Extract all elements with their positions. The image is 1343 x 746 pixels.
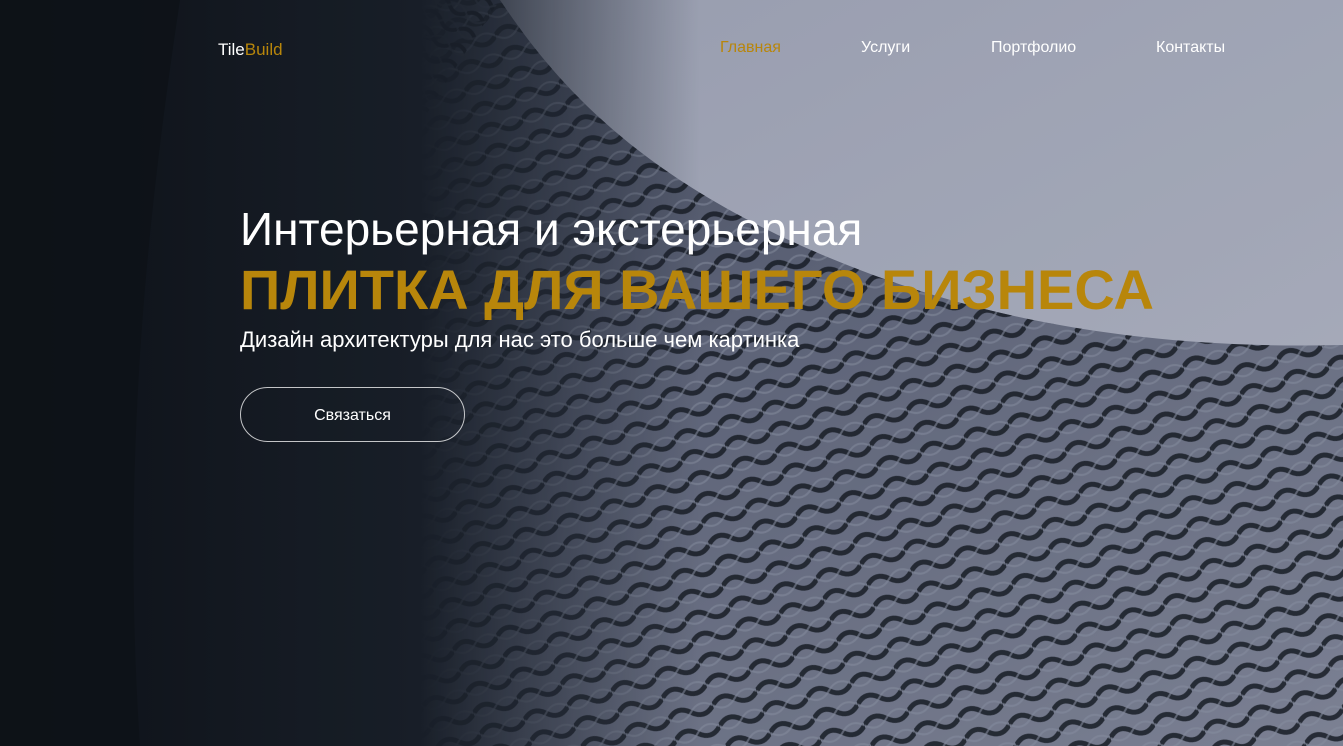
main-nav: Главная Услуги Портфолио Контакты	[0, 38, 1343, 62]
site-header: TileBuild Главная Услуги Портфолио Конта…	[0, 0, 1343, 96]
hero-background-image	[0, 0, 1343, 746]
nav-item-home[interactable]: Главная	[720, 38, 781, 58]
hero-subtitle: Дизайн архитектуры для нас это больше че…	[240, 327, 800, 352]
hero-highlight-title: ПЛИТКА ДЛЯ ВАШЕГО БИЗНЕСА	[240, 258, 1154, 321]
hero-text-block: Интерьерная и экстерьерная ПЛИТКА ДЛЯ ВА…	[240, 200, 1240, 354]
hero-title: Интерьерная и экстерьерная	[240, 203, 863, 255]
nav-item-portfolio[interactable]: Портфолио	[991, 38, 1076, 58]
nav-item-services[interactable]: Услуги	[861, 38, 910, 58]
contact-button[interactable]: Связаться	[240, 387, 465, 442]
nav-item-contacts[interactable]: Контакты	[1156, 38, 1225, 58]
hero-section: TileBuild Главная Услуги Портфолио Конта…	[0, 0, 1343, 746]
